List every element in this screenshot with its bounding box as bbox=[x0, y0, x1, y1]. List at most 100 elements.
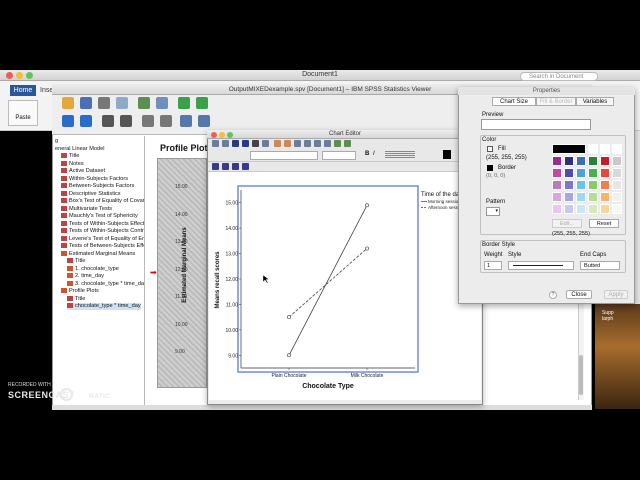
print-preview-icon[interactable] bbox=[116, 97, 128, 109]
color-swatch[interactable] bbox=[600, 168, 610, 178]
outline-item[interactable]: 1. chocolate_type bbox=[67, 266, 119, 273]
end-caps-select[interactable]: Butted bbox=[580, 261, 620, 270]
font-size-select[interactable] bbox=[322, 151, 356, 160]
color-swatch[interactable] bbox=[600, 192, 610, 202]
insert-title-icon[interactable] bbox=[198, 115, 210, 127]
color-swatch[interactable] bbox=[552, 144, 586, 154]
y-tick-label[interactable]: 15.00 bbox=[225, 201, 238, 207]
color-swatch[interactable] bbox=[600, 204, 610, 214]
weight-select[interactable]: 1 bbox=[484, 261, 502, 270]
fill-swatch[interactable] bbox=[487, 146, 493, 152]
pattern-select[interactable]: ▾ bbox=[486, 207, 500, 216]
properties-icon[interactable] bbox=[212, 140, 219, 147]
print-icon[interactable] bbox=[98, 97, 110, 109]
color-swatch[interactable] bbox=[576, 168, 586, 178]
area-chart-icon[interactable] bbox=[232, 163, 239, 170]
x-axis-label[interactable]: Chocolate Type bbox=[302, 383, 354, 390]
color-swatch[interactable] bbox=[576, 156, 586, 166]
color-swatch[interactable] bbox=[564, 204, 574, 214]
color-swatch[interactable] bbox=[600, 180, 610, 190]
line-style-select[interactable] bbox=[508, 261, 574, 270]
rescale-icon[interactable] bbox=[262, 140, 269, 147]
minimize-window-icon[interactable] bbox=[16, 72, 23, 79]
color-swatch[interactable] bbox=[612, 180, 622, 190]
back-arrow-icon[interactable] bbox=[62, 115, 74, 127]
outline-item[interactable]: Multivariate Tests bbox=[61, 206, 112, 213]
fill-color-icon[interactable] bbox=[443, 150, 451, 159]
outline-item[interactable]: Profile Plots bbox=[61, 288, 99, 295]
title-icon[interactable] bbox=[294, 140, 301, 147]
chart-editor-close-icon[interactable] bbox=[211, 132, 217, 138]
reference-line-icon[interactable] bbox=[314, 140, 321, 147]
y-axis-label[interactable]: Means recall scores bbox=[215, 251, 221, 309]
outline-item[interactable]: Tests of Between-Subjects Effe bbox=[61, 243, 144, 250]
data-labels-icon[interactable] bbox=[334, 140, 341, 147]
footnote-icon[interactable] bbox=[304, 140, 311, 147]
word-search-input[interactable]: Search in Document bbox=[520, 72, 598, 81]
data-point[interactable] bbox=[365, 203, 369, 208]
forward-arrow-icon[interactable] bbox=[80, 115, 92, 127]
color-swatch[interactable] bbox=[564, 168, 574, 178]
color-swatch[interactable] bbox=[564, 180, 574, 190]
tab-variables[interactable]: Variables bbox=[576, 97, 614, 106]
y-axis-icon[interactable] bbox=[242, 140, 249, 147]
color-swatch[interactable] bbox=[552, 180, 562, 190]
color-swatch[interactable] bbox=[552, 204, 562, 214]
help-icon[interactable]: ? bbox=[549, 291, 557, 299]
color-swatch[interactable] bbox=[600, 156, 610, 166]
close-button[interactable]: Close bbox=[566, 290, 592, 299]
color-swatch[interactable] bbox=[600, 144, 610, 154]
color-swatch[interactable] bbox=[588, 192, 598, 202]
collapse-icon[interactable] bbox=[120, 115, 132, 127]
grid-icon[interactable] bbox=[222, 140, 229, 147]
y-tick-label[interactable]: 13.00 bbox=[225, 252, 238, 258]
outline-item[interactable]: Descriptive Statistics bbox=[61, 191, 121, 198]
outline-item[interactable]: Within-Subjects Factors bbox=[61, 176, 128, 183]
line-chart[interactable]: 15.00 14.00 13.00 12.00 11.00 10.00 9.00 Plain … bbox=[209, 172, 481, 400]
color-swatch[interactable] bbox=[612, 204, 622, 214]
bar-chart-icon[interactable] bbox=[212, 163, 219, 170]
insert-heading-icon[interactable] bbox=[180, 115, 192, 127]
outline-item[interactable]: Title bbox=[61, 153, 79, 160]
show-icon[interactable] bbox=[142, 115, 154, 127]
x-axis-icon[interactable] bbox=[232, 140, 239, 147]
legend-icon[interactable] bbox=[344, 140, 351, 147]
italic-icon[interactable]: I bbox=[373, 151, 375, 157]
save-icon[interactable] bbox=[80, 97, 92, 109]
scrollbar-thumb[interactable] bbox=[579, 355, 583, 395]
pie-chart-icon[interactable] bbox=[242, 163, 249, 170]
color-swatch[interactable] bbox=[576, 192, 586, 202]
y-tick-label[interactable]: 9.00 bbox=[228, 353, 238, 359]
outline-item[interactable]: Box's Test of Equality of Covari bbox=[61, 198, 144, 205]
zoom-window-icon[interactable] bbox=[26, 72, 33, 79]
open-folder-icon[interactable] bbox=[62, 97, 74, 109]
color-swatch[interactable] bbox=[612, 156, 622, 166]
tab-home[interactable]: Home bbox=[10, 85, 36, 96]
legend-title[interactable]: Time of the da bbox=[421, 192, 460, 198]
outline-item[interactable]: Active Dataset bbox=[61, 168, 105, 175]
data-point[interactable] bbox=[287, 353, 291, 358]
expand-icon[interactable] bbox=[102, 115, 114, 127]
y-tick-label[interactable]: 10.00 bbox=[225, 328, 238, 334]
legend-entry[interactable]: Morning session bbox=[428, 199, 461, 204]
color-swatch[interactable] bbox=[588, 180, 598, 190]
chart-editor-minimize-icon[interactable] bbox=[219, 132, 225, 138]
outline-item[interactable]: Tests of Within-Subjects Effects bbox=[61, 221, 144, 228]
color-swatch[interactable] bbox=[564, 156, 574, 166]
outline-item[interactable]: 2. time_day bbox=[67, 273, 104, 280]
y-tick-label[interactable]: 11.00 bbox=[226, 302, 238, 308]
color-swatch[interactable] bbox=[588, 156, 598, 166]
reset-button[interactable]: Reset bbox=[589, 219, 619, 228]
outline-pane[interactable]: g eneral Linear Model Title Notes Active Dat… bbox=[53, 136, 145, 408]
tab-chart-size[interactable]: Chart Size bbox=[492, 97, 536, 106]
outline-item[interactable]: eneral Linear Model bbox=[55, 146, 104, 153]
line-chart-icon[interactable] bbox=[222, 163, 229, 170]
color-swatch[interactable] bbox=[612, 144, 622, 154]
chart-editor-zoom-icon[interactable] bbox=[227, 132, 233, 138]
outline-item[interactable]: g bbox=[55, 138, 58, 145]
recall-dialog-icon[interactable] bbox=[156, 97, 168, 109]
bold-icon[interactable]: B bbox=[365, 151, 369, 157]
annotation-icon[interactable] bbox=[274, 140, 281, 147]
color-swatch[interactable] bbox=[588, 204, 598, 214]
outline-item[interactable]: Notes bbox=[61, 161, 84, 168]
